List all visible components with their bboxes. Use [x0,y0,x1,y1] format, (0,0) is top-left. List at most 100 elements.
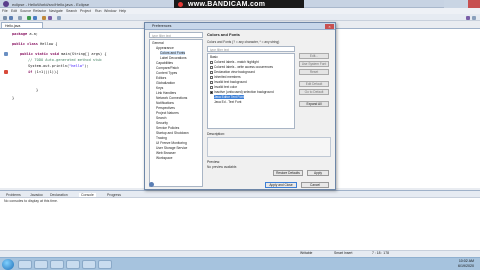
taskbar-bandicam-icon[interactable] [98,260,112,269]
clock[interactable]: 10:02 AM 6/19/2020 [458,259,474,269]
edit-button[interactable]: Edit... [299,53,329,59]
menu-project[interactable]: Project [80,9,91,13]
override-marker-icon [4,52,8,56]
minimize-button[interactable] [444,0,456,8]
console-view: No consoles to display at this time. [0,198,480,250]
tree-item[interactable]: Editors [156,76,166,80]
tree-item[interactable]: Notifications [156,101,174,105]
taskbar-ie-icon[interactable] [18,260,32,269]
restore-defaults-button[interactable]: Restore Defaults [273,170,303,176]
preferences-tree[interactable]: General Appearance Colors and Fonts Labe… [149,39,203,187]
apply-and-close-button[interactable]: Apply and Close [265,182,297,188]
color-item[interactable]: Inactive (unfocused) selection backgroun… [214,90,274,94]
dialog-close-button[interactable]: × [325,24,334,29]
tree-item[interactable]: User Storage Service [156,146,187,150]
help-icon[interactable] [149,182,154,187]
tab-declaration[interactable]: Declaration [50,193,68,197]
edit-default-button[interactable]: Edit Default [299,81,329,87]
tree-item[interactable]: Appearance [156,46,174,50]
tree-item[interactable]: Service Policies [156,126,179,130]
color-item[interactable]: Colored labels - write access occurrence… [214,65,273,69]
tree-item[interactable]: Globalization [156,81,175,85]
color-swatch-icon [210,71,213,74]
status-cursor-position: 7 : 18 : 178 [372,251,389,255]
menu-window[interactable]: Window [104,9,116,13]
taskbar-eclipse-icon[interactable] [82,260,96,269]
tab-javadoc[interactable]: Javadoc [30,193,43,197]
color-item[interactable]: Invalid text color [214,85,237,89]
new-icon[interactable] [3,16,7,20]
tree-item[interactable]: Search [156,116,166,120]
debug-icon[interactable] [33,16,37,20]
tree-item[interactable]: Project Natures [156,111,179,115]
colors-fonts-tree[interactable]: Basic Colored labels - match highlight C… [207,53,295,129]
cancel-button[interactable]: Cancel [301,182,329,188]
color-swatch-icon [210,76,213,79]
tree-item[interactable]: Perspectives [156,106,175,110]
tree-item[interactable]: Compare/Patch [156,66,179,70]
tree-item-selected[interactable]: Colors and Fonts [160,51,186,55]
tree-item[interactable]: General [152,41,164,45]
dialog-title: Preferences [152,24,172,28]
run-icon[interactable] [27,16,31,20]
close-window-button[interactable] [468,0,480,8]
print-icon[interactable] [18,16,22,20]
color-item[interactable]: Invalid text background [214,80,247,84]
search-icon[interactable] [57,16,61,20]
menu-run[interactable]: Run [95,9,101,13]
tree-item[interactable]: Security [156,121,168,125]
window-title: eclipse - HelloWorld/src/Hello.java - Ec… [12,2,90,7]
apply-button[interactable]: Apply [307,170,329,176]
preview-text: No preview available. [207,165,238,169]
tree-item[interactable]: Capabilities [156,61,173,65]
menu-help[interactable]: Help [119,9,126,13]
color-item[interactable]: Colored labels - match highlight [214,60,259,64]
use-system-font-button[interactable]: Use System Font [299,61,329,67]
color-item-selected[interactable]: Java Editor Text Font [214,95,244,99]
tree-item[interactable]: Network Connections [156,96,187,100]
tab-problems[interactable]: Problems [6,193,21,197]
tree-item[interactable]: Workspace [156,156,172,160]
tree-item[interactable]: UI Freeze Monitoring [156,141,187,145]
tree-item[interactable]: Tracing [156,136,167,140]
menu-source[interactable]: Source [20,9,31,13]
dialog-title-bar[interactable]: Preferences × [145,23,335,30]
color-item[interactable]: Inherited members [214,75,241,79]
tab-progress[interactable]: Progress [107,193,121,197]
status-insert-mode: Smart Insert [334,251,353,255]
taskbar-folder-icon[interactable] [34,260,48,269]
menu-file[interactable]: File [2,9,8,13]
tree-item[interactable]: Startup and Shutdown [156,131,189,135]
colors-filter-input[interactable]: type filter text [207,46,295,52]
tab-console[interactable]: Console [79,193,96,197]
java-perspective-icon[interactable] [466,16,470,20]
taskbar-chrome-icon[interactable] [66,260,80,269]
tree-item[interactable]: Keys [156,86,163,90]
save-icon[interactable] [9,16,13,20]
new-package-icon[interactable] [42,16,46,20]
reset-button[interactable]: Reset [299,69,329,75]
menu-edit[interactable]: Edit [11,9,17,13]
preview-label: Preview: [207,160,221,164]
tree-item[interactable]: Label Decorations [160,56,187,60]
filter-input[interactable]: type filter text [149,32,203,38]
color-item[interactable]: Java Ed - Text Font [214,100,241,104]
start-button[interactable] [2,259,14,270]
tree-group-basic[interactable]: Basic [210,55,218,59]
go-to-default-button[interactable]: Go to Default [299,89,329,95]
menu-navigate[interactable]: Navigate [49,9,63,13]
menu-refactor[interactable]: Refactor [33,9,46,13]
taskbar-media-icon[interactable] [50,260,64,269]
new-class-icon[interactable] [48,16,52,20]
tree-item[interactable]: Link Handlers [156,91,176,95]
watermark-text: www.BANDICAM.com [188,1,266,8]
tree-item[interactable]: Content Types [156,71,177,75]
color-item[interactable]: Declaration view background [214,70,255,74]
maximize-button[interactable] [456,0,468,8]
menu-search[interactable]: Search [66,9,77,13]
expand-all-button[interactable]: Expand All [299,101,329,107]
code-line: if (1<1||(1)){ [28,70,59,74]
tree-item[interactable]: Web Browser [156,151,176,155]
open-perspective-icon[interactable] [472,16,476,20]
code-line: System.out.println("hello"); [28,64,89,68]
